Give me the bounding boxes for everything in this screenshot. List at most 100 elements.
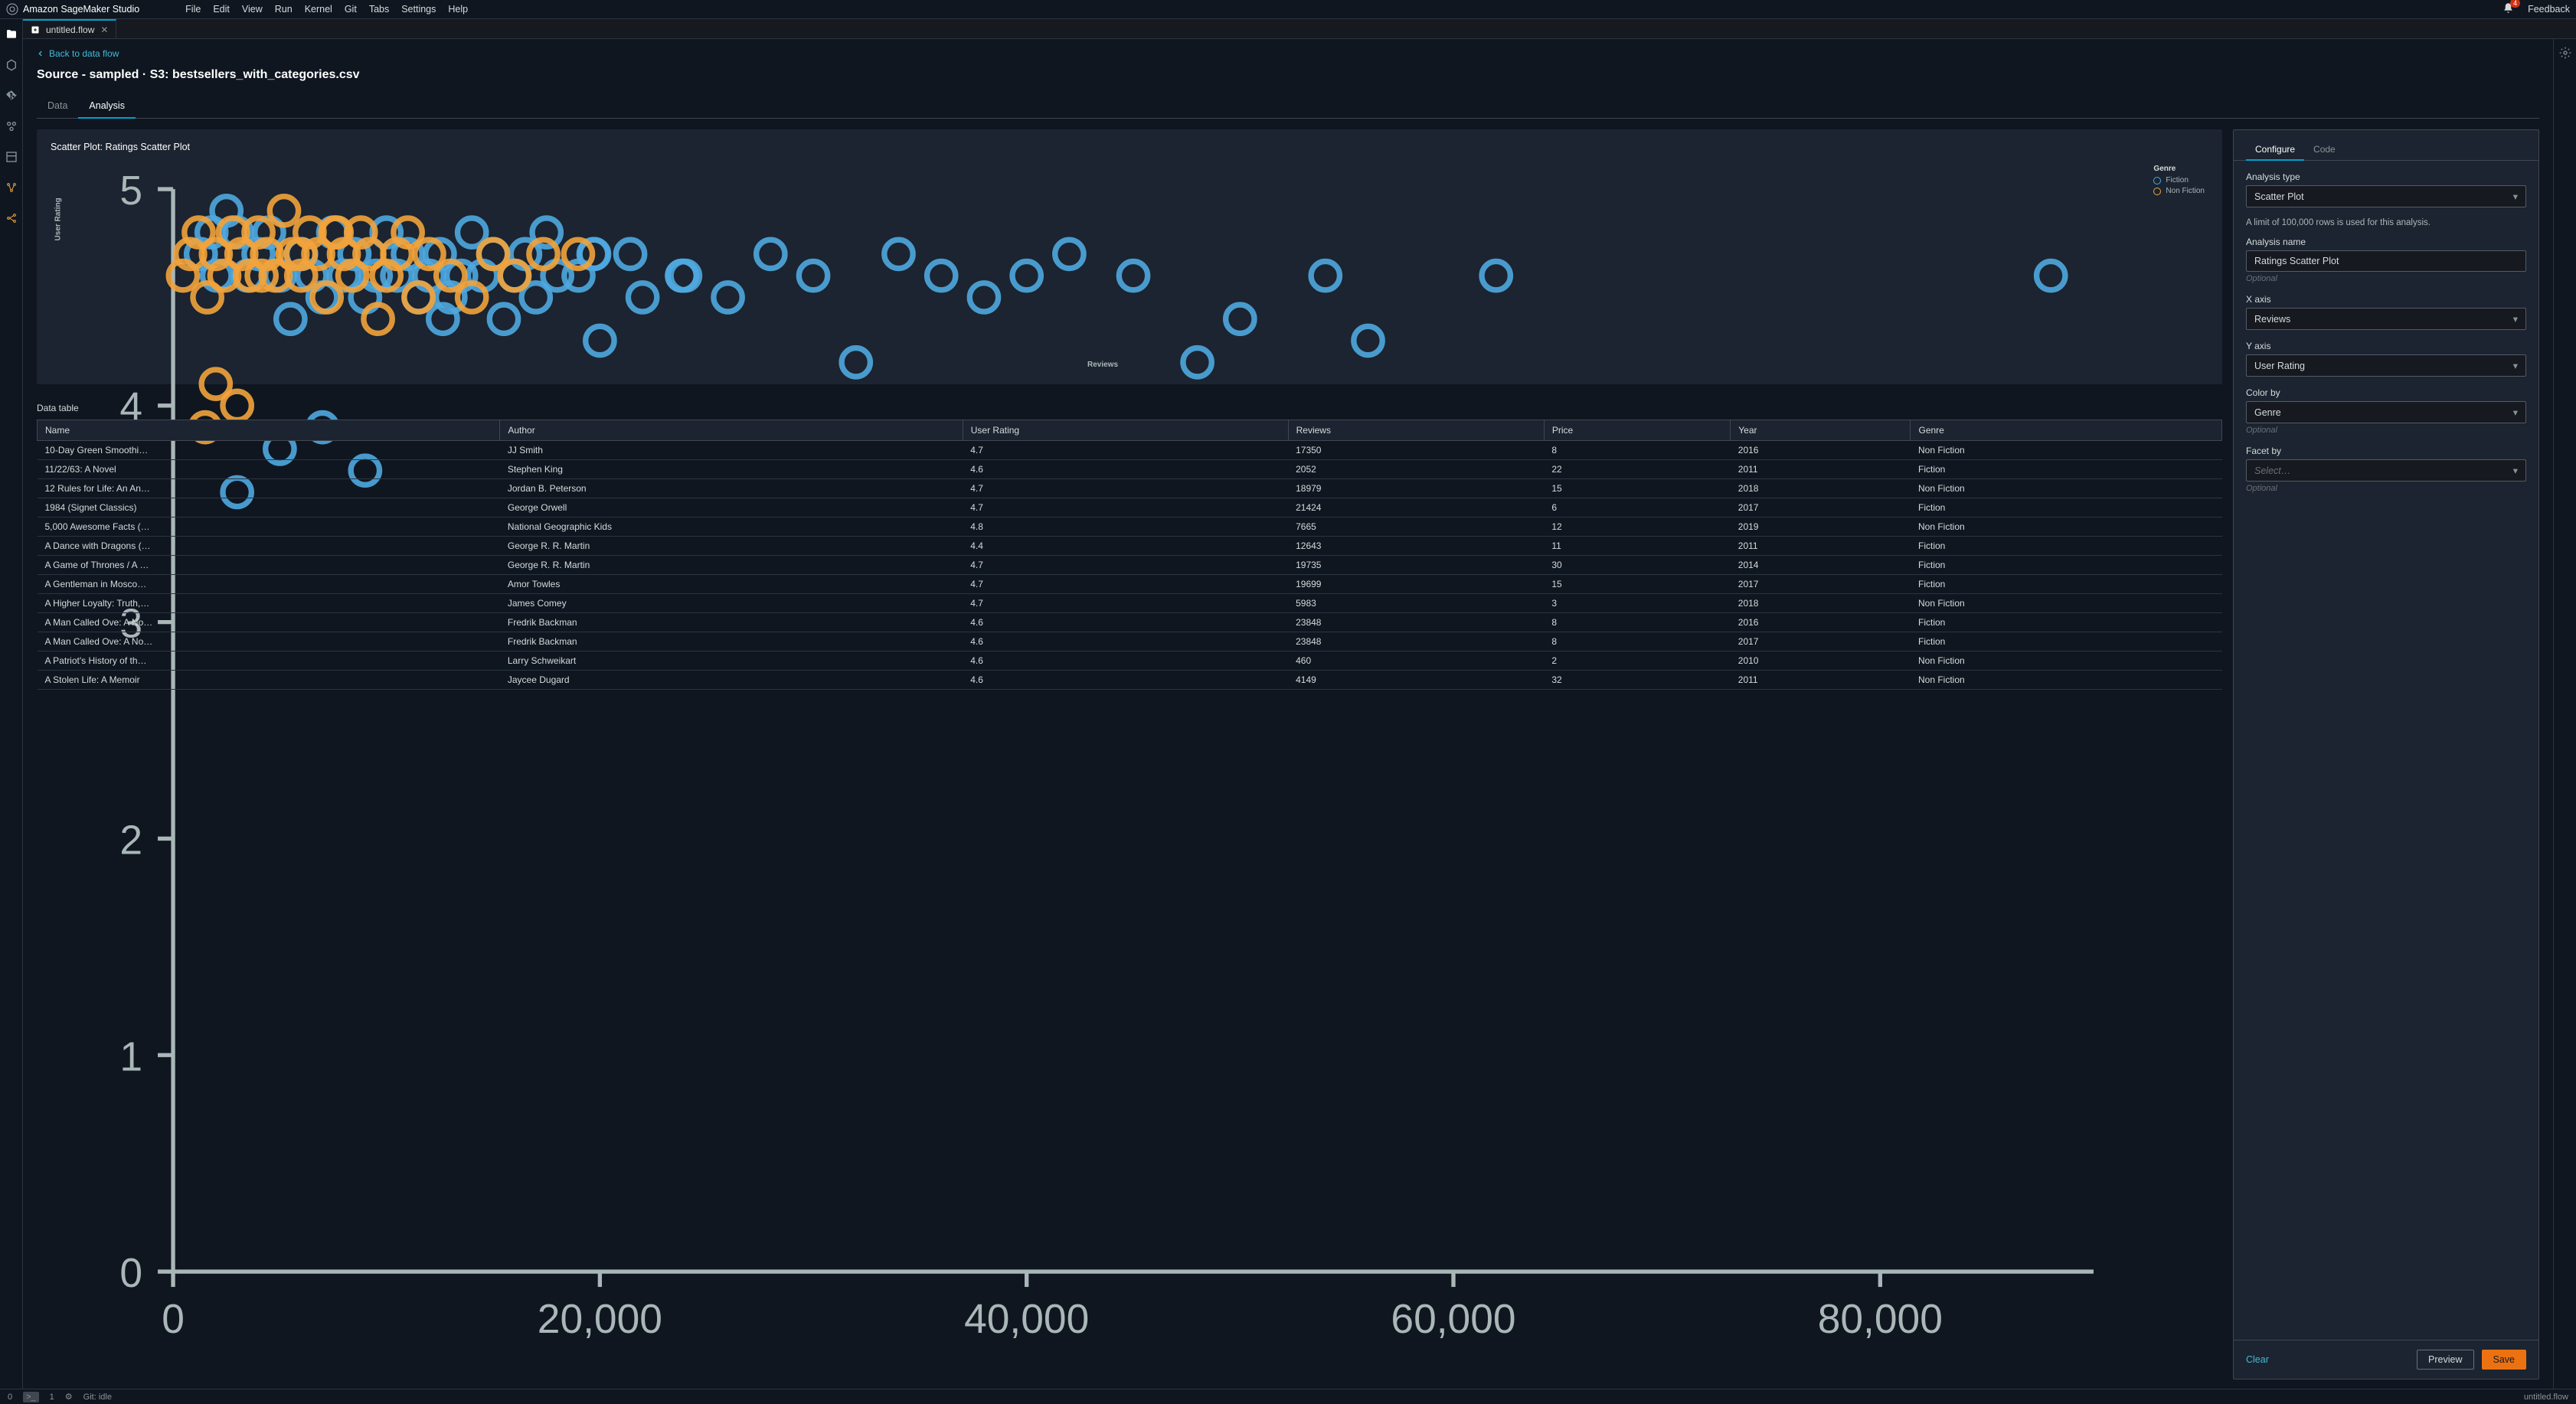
table-row[interactable]: A Higher Loyalty: Truth,…James Comey4.75… [38,594,2222,613]
document-tab-bar: untitled.flow ✕ [23,19,2576,39]
left-rail [0,19,23,1389]
chevron-down-icon: ▾ [2513,360,2518,371]
table-row[interactable]: A Gentleman in Mosco…Amor Towles4.719699… [38,575,2222,594]
pipeline-icon[interactable] [5,212,18,224]
table-row[interactable]: A Man Called Ove: A No…Fredrik Backman4.… [38,613,2222,632]
legend-item: Non Fiction [2153,187,2205,195]
optional-hint: Optional [2246,484,2526,493]
limit-note: A limit of 100,000 rows is used for this… [2246,218,2526,227]
tab-configure[interactable]: Configure [2246,139,2304,161]
analysis-type-label: Analysis type [2246,171,2526,182]
chevron-down-icon: ▾ [2513,313,2518,325]
page-title: Source - sampled · S3: bestsellers_with_… [37,68,2539,82]
column-header[interactable]: Reviews [1288,420,1544,441]
spark-icon[interactable] [5,181,18,194]
app-title: Amazon SageMaker Studio [23,4,139,15]
folder-icon[interactable] [5,28,18,41]
optional-hint: Optional [2246,274,2526,283]
table-row[interactable]: 1984 (Signet Classics)George Orwell4.721… [38,498,2222,518]
menu-git[interactable]: Git [345,4,357,15]
table-row[interactable]: A Patriot's History of th…Larry Schweika… [38,651,2222,671]
panel-icon[interactable] [5,151,18,163]
menu-edit[interactable]: Edit [213,4,230,15]
legend: Genre Fiction Non Fiction [2153,165,2205,198]
breadcrumb-label: Back to data flow [49,48,119,59]
y-axis-label: Y axis [2246,341,2526,351]
menu-kernel[interactable]: Kernel [305,4,332,15]
status-bar: 0 >_ 1 ⚙ Git: idle untitled.flow [0,1389,2576,1404]
app-logo-icon [6,3,18,15]
terminal-icon[interactable]: >_ [23,1392,39,1402]
inner-tabs: Data Analysis [37,94,2539,119]
table-row[interactable]: A Dance with Dragons (…George R. R. Mart… [38,537,2222,556]
menu-file[interactable]: File [185,4,201,15]
color-by-select[interactable]: Genre▾ [2246,401,2526,423]
analysis-name-label: Analysis name [2246,237,2526,247]
gear-icon[interactable] [2559,47,2571,61]
y-axis-select[interactable]: User Rating▾ [2246,354,2526,377]
table-row[interactable]: 11/22/63: A NovelStephen King4.620522220… [38,460,2222,479]
right-rail [2553,39,2576,1389]
hexagon-icon[interactable] [5,59,18,71]
color-by-label: Color by [2246,387,2526,398]
chevron-down-icon: ▾ [2513,465,2518,476]
breadcrumb[interactable]: Back to data flow [37,48,119,59]
save-button[interactable]: Save [2482,1350,2527,1370]
table-row[interactable]: 10-Day Green Smoothi…JJ Smith4.717350820… [38,441,2222,460]
legend-item: Fiction [2153,176,2205,184]
menu-view[interactable]: View [242,4,263,15]
data-table[interactable]: NameAuthorUser RatingReviewsPriceYearGen… [37,420,2222,1380]
optional-hint: Optional [2246,426,2526,435]
menu-tabs[interactable]: Tabs [369,4,389,15]
table-row[interactable]: 5,000 Awesome Facts (…National Geographi… [38,518,2222,537]
extensions-icon[interactable] [5,120,18,132]
tab-analysis[interactable]: Analysis [78,94,136,119]
menu-settings[interactable]: Settings [401,4,436,15]
notifications-icon[interactable]: 4 [2502,2,2514,16]
status-filename: untitled.flow [2524,1393,2568,1402]
facet-by-select[interactable]: Select…▾ [2246,459,2526,482]
git-status[interactable]: Git: idle [83,1393,112,1402]
scatter-plot: User Rating 012345020,00040,00060,00080,… [81,158,2124,358]
column-header[interactable]: Name [38,420,500,441]
chevron-down-icon: ▾ [2513,407,2518,418]
column-header[interactable]: Year [1731,420,1911,441]
chart-title: Scatter Plot: Ratings Scatter Plot [51,142,2208,152]
top-menu-bar: Amazon SageMaker Studio File Edit View R… [0,0,2576,19]
feedback-link[interactable]: Feedback [2528,4,2570,15]
column-header[interactable]: Genre [1911,420,2222,441]
chart-card: Scatter Plot: Ratings Scatter Plot User … [37,129,2222,384]
chevron-left-icon [37,50,44,57]
table-row[interactable]: A Game of Thrones / A …George R. R. Mart… [38,556,2222,575]
column-header[interactable]: User Rating [963,420,1288,441]
tab-data[interactable]: Data [37,94,78,118]
legend-title: Genre [2153,165,2205,173]
tab-code[interactable]: Code [2304,139,2345,160]
analysis-type-select[interactable]: Scatter Plot▾ [2246,185,2526,207]
column-header[interactable]: Price [1544,420,1730,441]
column-header[interactable]: Author [500,420,963,441]
analysis-name-input[interactable] [2246,250,2526,272]
status-left-0: 0 [8,1393,12,1402]
table-row[interactable]: 12 Rules for Life: An An…Jordan B. Peter… [38,479,2222,498]
x-axis-select[interactable]: Reviews▾ [2246,308,2526,330]
status-settings-icon[interactable]: ⚙ [65,1392,73,1402]
status-left-1: 1 [50,1393,54,1402]
config-panel: Configure Code Analysis type Scatter Plo… [2233,129,2539,1380]
menu-help[interactable]: Help [448,4,468,15]
facet-by-label: Facet by [2246,446,2526,456]
document-tab[interactable]: untitled.flow ✕ [23,19,116,38]
notification-count-badge: 4 [2510,0,2520,8]
tab-name: untitled.flow [46,24,94,35]
menu-items: File Edit View Run Kernel Git Tabs Setti… [185,4,468,15]
clear-button[interactable]: Clear [2246,1354,2269,1365]
preview-button[interactable]: Preview [2417,1350,2473,1370]
y-axis-label: User Rating [54,198,63,240]
x-axis-label: X axis [2246,294,2526,305]
git-icon[interactable] [5,90,18,102]
table-row[interactable]: A Man Called Ove: A No…Fredrik Backman4.… [38,632,2222,651]
table-row[interactable]: A Stolen Life: A MemoirJaycee Dugard4.64… [38,671,2222,690]
svg-text:5: 5 [119,168,142,214]
menu-run[interactable]: Run [275,4,293,15]
close-icon[interactable]: ✕ [100,24,108,35]
